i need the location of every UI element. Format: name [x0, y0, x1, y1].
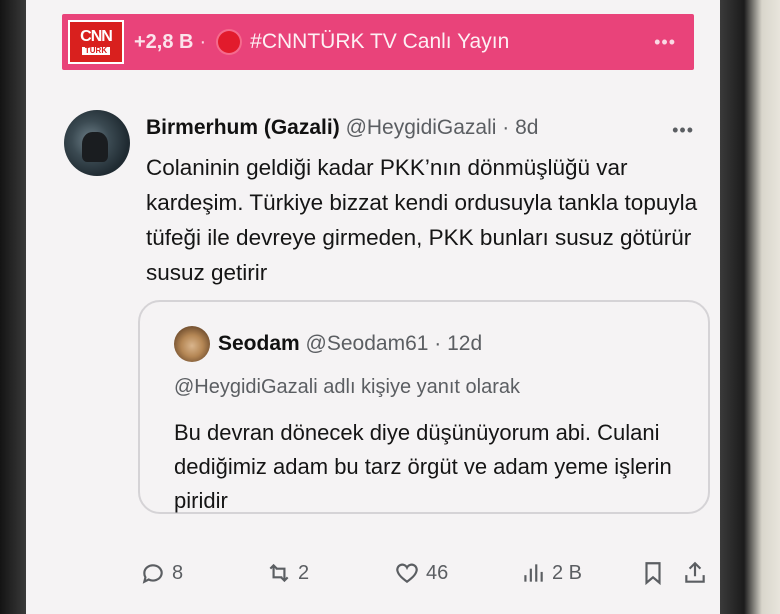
live-indicator-icon	[218, 31, 241, 53]
like-button[interactable]: 46	[394, 560, 448, 586]
tweet-text: Colaninin geldiği kadar PKK’nın dönmüşlü…	[146, 155, 698, 285]
quote-text: Bu devran dönecek diye düşünüyorum abi. …	[174, 420, 672, 513]
phone-bezel-right	[720, 0, 780, 614]
banner-count: +2,8 B	[134, 30, 194, 53]
bookmark-button[interactable]	[640, 560, 666, 586]
reply-icon	[142, 564, 163, 584]
banner-separator: ·	[199, 30, 207, 53]
tweet-actions: 8 2 46 2 B	[26, 560, 724, 600]
reply-context: @HeygidiGazali adlı kişiye yanıt olarak	[174, 376, 521, 398]
author-name[interactable]: Birmerhum (Gazali)	[146, 116, 340, 139]
like-count: 46	[426, 561, 449, 584]
banner-title: #CNNTÜRK TV Canlı Yayın	[250, 30, 510, 53]
cnn-turk-logo: CNN TÜRK	[68, 20, 124, 64]
quoted-tweet-card[interactable]: Seodam @Seodam61 · 12d @HeygidiGazali ad…	[138, 300, 710, 514]
logo-line2: TÜRK	[81, 47, 111, 55]
retweet-icon	[269, 563, 289, 583]
banner-more-button[interactable]: •••	[654, 32, 676, 53]
tweet-header: Birmerhum (Gazali) @HeygidiGazali · 8d	[146, 116, 538, 140]
views-chart-icon	[524, 564, 543, 582]
quote-author-name[interactable]: Seodam	[218, 332, 300, 355]
retweet-button[interactable]: 2	[266, 560, 309, 586]
phone-bezel-left	[0, 0, 26, 614]
share-icon	[685, 561, 705, 583]
heart-icon	[396, 563, 418, 583]
screen: CNN TÜRK +2,8 B · #CNNTÜRK TV Canlı Yayı…	[26, 0, 724, 614]
quote-avatar[interactable]	[174, 326, 210, 362]
quote-header: Seodam @Seodam61 · 12d	[218, 332, 482, 356]
avatar[interactable]	[64, 110, 130, 176]
quote-author-handle[interactable]: @Seodam61 · 12d	[306, 332, 483, 355]
tweet-more-button[interactable]: •••	[672, 120, 694, 141]
author-handle[interactable]: @HeygidiGazali · 8d	[346, 116, 539, 139]
live-broadcast-banner[interactable]: CNN TÜRK +2,8 B · #CNNTÜRK TV Canlı Yayı…	[62, 14, 694, 70]
reply-button[interactable]: 8	[140, 560, 183, 586]
views-button[interactable]: 2 B	[520, 560, 582, 586]
logo-line1: CNN	[80, 28, 113, 45]
retweet-count: 2	[298, 561, 310, 584]
bookmark-icon	[645, 562, 661, 586]
views-count: 2 B	[552, 561, 583, 584]
share-button[interactable]	[682, 560, 708, 586]
reply-count: 8	[172, 561, 184, 584]
